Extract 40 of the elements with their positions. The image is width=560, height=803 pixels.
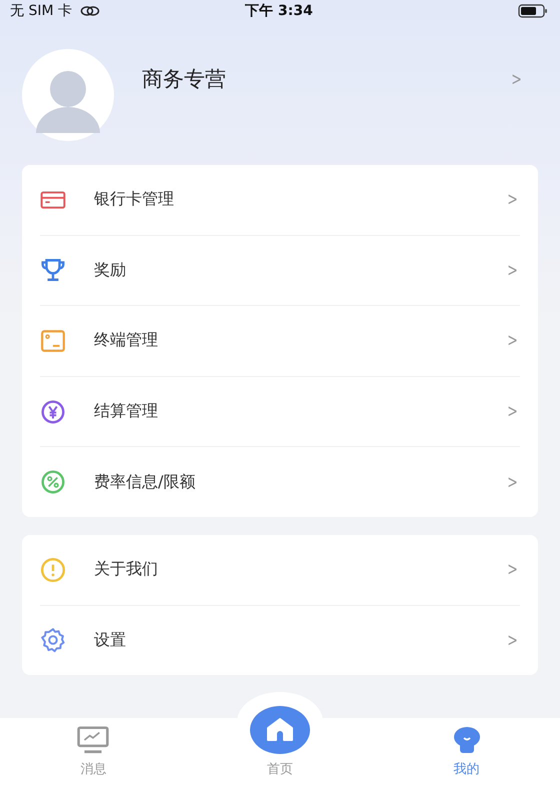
terminal-icon bbox=[40, 328, 66, 354]
mascot-icon bbox=[452, 726, 482, 754]
menu-label: 设置 bbox=[94, 630, 127, 651]
settings-icon bbox=[40, 627, 66, 654]
chevron-icon: > bbox=[507, 559, 518, 580]
menu-item[interactable]: 设置 > bbox=[40, 606, 520, 676]
menu-item[interactable]: 结算管理 > bbox=[40, 376, 520, 448]
chevron-icon: > bbox=[507, 260, 518, 281]
link-icon bbox=[80, 5, 100, 17]
menu-item[interactable]: 奖励 > bbox=[40, 236, 520, 306]
chevron-icon: > bbox=[507, 401, 518, 422]
menu-item[interactable]: 银行卡管理 > bbox=[40, 165, 520, 236]
tab-label: 消息 bbox=[80, 761, 106, 778]
menu-label: 终端管理 bbox=[94, 330, 159, 352]
carrier-text: 无 SIM 卡 bbox=[10, 2, 72, 20]
menu-label: 奖励 bbox=[94, 260, 127, 281]
tab-item[interactable]: 我的 bbox=[406, 718, 527, 803]
trophy-icon bbox=[40, 257, 66, 284]
menu-label: 费率信息/限额 bbox=[94, 472, 196, 493]
chevron-icon: > bbox=[507, 189, 518, 210]
menu-item[interactable]: 费率信息/限额 > bbox=[40, 447, 520, 517]
monitor-icon bbox=[77, 726, 110, 754]
menu-label: 关于我们 bbox=[94, 559, 159, 580]
profile-row[interactable]: 商务专营 > bbox=[0, 22, 560, 165]
yen-icon bbox=[40, 398, 66, 425]
menu-item[interactable]: 关于我们 > bbox=[40, 534, 520, 606]
battery-icon bbox=[518, 4, 548, 18]
tab-label: 我的 bbox=[454, 761, 480, 778]
status-time: 下午 3:34 bbox=[245, 2, 313, 20]
tab-label: 首页 bbox=[266, 761, 293, 778]
chevron-icon: > bbox=[511, 68, 522, 90]
menu-item[interactable]: 终端管理 > bbox=[40, 306, 520, 377]
menu-label: 结算管理 bbox=[94, 401, 159, 422]
profile-name: 商务专营 bbox=[142, 66, 227, 93]
chevron-icon: > bbox=[507, 630, 518, 651]
percent-icon bbox=[40, 469, 66, 496]
alert-icon bbox=[40, 556, 66, 583]
menu-label: 银行卡管理 bbox=[94, 189, 175, 210]
chevron-icon: > bbox=[507, 472, 518, 493]
chevron-icon: > bbox=[507, 330, 518, 352]
